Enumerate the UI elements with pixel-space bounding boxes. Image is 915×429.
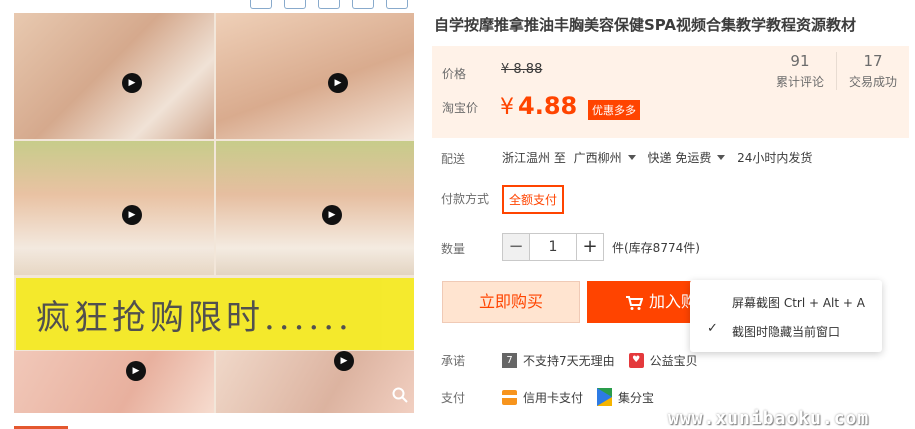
- stock-text: 件(库存8774件): [612, 240, 700, 255]
- promise-items: 7 不支持7天无理由 ♥ 公益宝贝: [502, 352, 698, 369]
- stat-transactions[interactable]: 17 交易成功: [835, 52, 909, 90]
- menu-item-screenshot[interactable]: 屏幕截图 Ctrl + Alt + A: [732, 294, 865, 311]
- image-tile: ▶: [216, 351, 414, 413]
- image-tile: ▶: [14, 351, 214, 413]
- sales-stats: 91 累计评论 17 交易成功: [764, 52, 909, 90]
- play-icon[interactable]: ▶: [122, 73, 142, 93]
- menu-item-hide-window[interactable]: 截图时隐藏当前窗口: [732, 323, 840, 340]
- promise-label: 承诺: [441, 354, 466, 368]
- play-icon[interactable]: ▶: [322, 205, 342, 225]
- stat-reviews[interactable]: 91 累计评论: [764, 52, 836, 90]
- promo-badge[interactable]: 优惠多多: [588, 100, 640, 120]
- original-price: ¥ 8.88: [501, 62, 543, 77]
- payment-method-label: 付款方式: [441, 192, 490, 206]
- context-menu: 屏幕截图 Ctrl + Alt + A ✓ 截图时隐藏当前窗口: [690, 280, 882, 352]
- price-label: 价格: [442, 67, 467, 81]
- shipping-time: 24小时内发货: [737, 151, 813, 165]
- current-price: ¥4.88: [500, 92, 577, 120]
- charity-heart-icon: ♥: [628, 353, 644, 368]
- toolbar-icons: [250, 0, 408, 9]
- play-icon[interactable]: ▶: [334, 351, 354, 371]
- toolbar-icon-4[interactable]: [352, 0, 374, 9]
- method-text: 快递 免运费: [647, 151, 712, 165]
- quantity-decrease-button[interactable]: −: [502, 233, 530, 261]
- stat-number: 17: [863, 52, 883, 70]
- product-main-image[interactable]: ▶ ▶ ▶ ▶ 疯狂抢购限时...... ▶ ▶: [14, 13, 414, 413]
- toolbar-icon-3[interactable]: [318, 0, 340, 9]
- no-return-text[interactable]: 不支持7天无理由: [523, 352, 615, 369]
- shipping-label: 配送: [441, 152, 466, 166]
- price-panel: 价格 ¥ 8.88 淘宝价 ¥4.88 优惠多多 91 累计评论 17 交易成功: [432, 46, 909, 138]
- play-icon[interactable]: ▶: [126, 361, 146, 381]
- promo-banner: 疯狂抢购限时......: [16, 278, 414, 350]
- credit-card-text[interactable]: 信用卡支付: [523, 389, 583, 406]
- current-price-value: 4.88: [518, 92, 578, 120]
- quantity-input[interactable]: 1: [530, 233, 576, 261]
- seven-day-icon: 7: [502, 353, 517, 368]
- shipping-info: 浙江温州 至 广西柳州 快递 免运费 24小时内发货: [502, 149, 812, 166]
- quantity-label: 数量: [441, 242, 466, 256]
- banner-text: 疯狂抢购限时......: [36, 297, 353, 338]
- jifenbao-text[interactable]: 集分宝: [618, 389, 654, 406]
- shipping-destination[interactable]: 广西柳州: [574, 151, 644, 165]
- image-tile: ▶: [216, 13, 414, 139]
- pay-label: 支付: [441, 391, 466, 405]
- stat-label: 交易成功: [848, 75, 897, 89]
- stat-number: 91: [790, 52, 810, 70]
- destination-text: 广西柳州: [573, 151, 622, 165]
- charity-text[interactable]: 公益宝贝: [650, 352, 698, 369]
- image-tile: ▶: [14, 13, 214, 139]
- toolbar-icon-2[interactable]: [284, 0, 306, 9]
- product-title: 自学按摩推拿推油丰胸美容保健SPA视频合集教学教程资源教材: [434, 16, 857, 34]
- shipping-method[interactable]: 快递 免运费: [648, 151, 734, 165]
- quantity-increase-button[interactable]: +: [576, 233, 604, 261]
- stat-label: 累计评论: [775, 75, 824, 89]
- buy-now-button[interactable]: 立即购买: [442, 281, 580, 323]
- shipping-from: 浙江温州 至: [502, 151, 566, 165]
- pay-items: 信用卡支付 集分宝: [502, 388, 654, 406]
- check-icon: ✓: [707, 321, 718, 336]
- jifenbao-icon: [597, 388, 613, 406]
- taobao-price-label: 淘宝价: [442, 101, 479, 115]
- cart-icon: [625, 281, 644, 323]
- chevron-down-icon: [717, 155, 726, 160]
- quantity-stepper: − 1 + 件(库存8774件): [502, 233, 700, 261]
- chevron-down-icon: [627, 155, 636, 160]
- toolbar-icon-5[interactable]: [386, 0, 408, 9]
- play-icon[interactable]: ▶: [122, 205, 142, 225]
- toolbar-icon-1[interactable]: [250, 0, 272, 9]
- credit-card-icon: [502, 389, 517, 405]
- currency-symbol: ¥: [500, 95, 514, 120]
- image-tile: ▶: [216, 141, 414, 275]
- watermark: www.xunibaoku.com: [668, 408, 870, 429]
- play-icon[interactable]: ▶: [328, 73, 348, 93]
- zoom-icon[interactable]: [392, 387, 408, 407]
- payment-option-full[interactable]: 全额支付: [502, 185, 565, 214]
- image-tile: ▶: [14, 141, 214, 275]
